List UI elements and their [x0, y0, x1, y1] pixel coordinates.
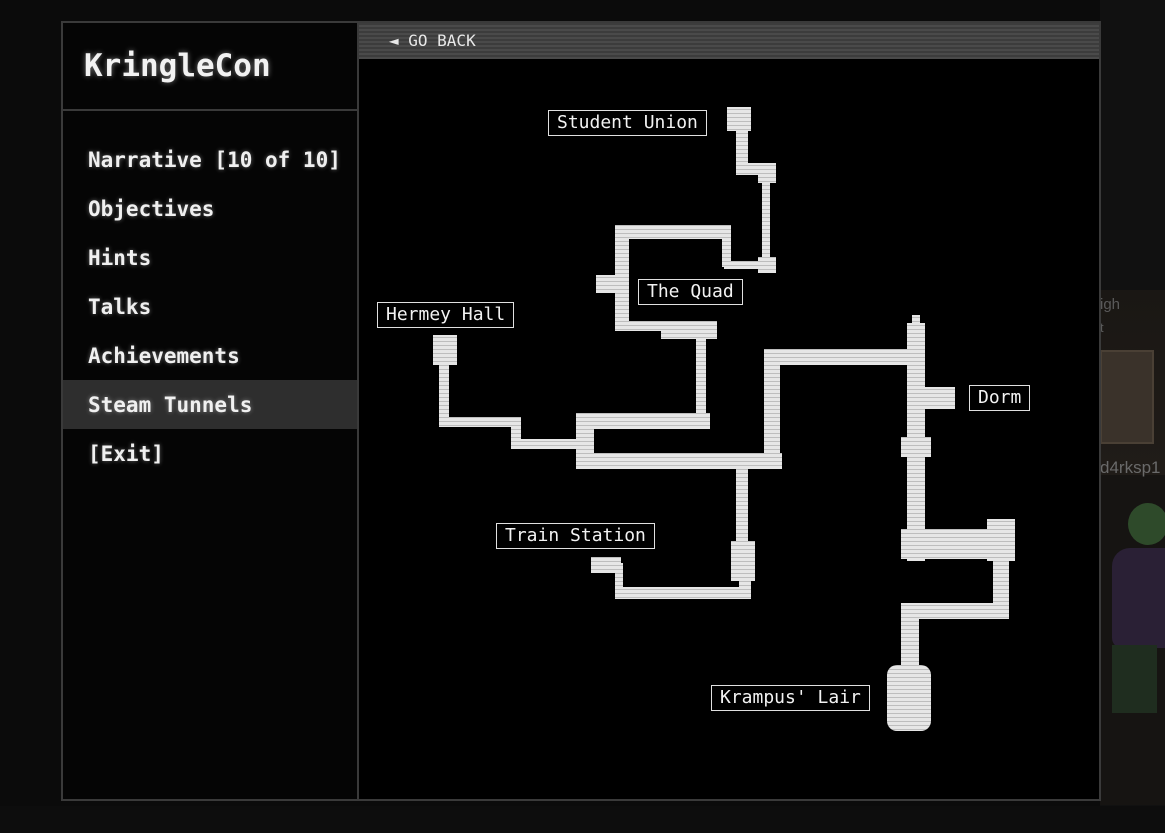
menu-item-achievements[interactable]: Achievements [63, 331, 357, 380]
menu-item-exit[interactable]: [Exit] [63, 429, 357, 478]
steam-tunnels-map: ◄ GO BACK Student Union The Quad Hermey … [359, 23, 1099, 799]
tunnel-segment [615, 225, 731, 239]
tunnel-segment [615, 587, 749, 599]
tunnel-node-dorm [919, 387, 955, 409]
badge-panel: KringleCon Narrative [10 of 10] Objectiv… [61, 21, 1101, 801]
tunnel-segment [907, 323, 925, 543]
background-avatar-legs [1112, 645, 1157, 713]
menu-item-objectives[interactable]: Objectives [63, 184, 357, 233]
menu-item-talks[interactable]: Talks [63, 282, 357, 331]
background-avatar-head [1128, 503, 1165, 545]
tunnel-segment [591, 563, 617, 571]
background-desk [1100, 350, 1154, 444]
tunnel-segment [661, 321, 717, 339]
location-student-union[interactable]: Student Union [548, 110, 707, 136]
tunnel-segment [762, 175, 770, 267]
tunnel-segment [439, 361, 449, 423]
tunnel-map-svg [433, 107, 1015, 731]
location-dorm[interactable]: Dorm [969, 385, 1031, 411]
location-hermey-hall[interactable]: Hermey Hall [377, 302, 515, 328]
tunnel-node-hermey-hall [433, 335, 457, 365]
sidebar: KringleCon Narrative [10 of 10] Objectiv… [63, 23, 359, 799]
tunnel-segment [736, 463, 748, 545]
tunnel-segment [576, 453, 782, 469]
tunnel-segment [576, 413, 710, 429]
tunnel-node-quad [596, 275, 624, 293]
tunnel-segment [511, 439, 583, 449]
tunnel-segment [764, 349, 920, 365]
background-partial-text: igh [1100, 296, 1121, 313]
tunnel-segment [764, 349, 780, 469]
location-the-quad[interactable]: The Quad [638, 279, 743, 305]
menu-item-hints[interactable]: Hints [63, 233, 357, 282]
location-krampus-lair[interactable]: Krampus' Lair [711, 685, 870, 711]
location-train-station[interactable]: Train Station [496, 523, 655, 549]
tunnel-segment [696, 329, 706, 425]
tunnel-segment [907, 553, 925, 561]
background-username: d4rksp1 [1100, 458, 1161, 477]
tunnel-segment [912, 315, 920, 325]
app-title: KringleCon [63, 23, 357, 111]
background-avatar-body [1112, 548, 1165, 648]
sidebar-menu: Narrative [10 of 10] Objectives Hints Ta… [63, 135, 357, 478]
tunnel-segment [439, 417, 521, 427]
tunnel-paths [433, 107, 1015, 731]
tunnel-segment [901, 603, 919, 665]
tunnel-node-krampus-lair [887, 665, 931, 731]
menu-item-steam-tunnels[interactable]: Steam Tunnels [63, 380, 357, 429]
tunnel-segment [901, 437, 931, 457]
background-bottom-strip [0, 806, 1165, 833]
menu-item-narrative[interactable]: Narrative [10 of 10] [63, 135, 357, 184]
